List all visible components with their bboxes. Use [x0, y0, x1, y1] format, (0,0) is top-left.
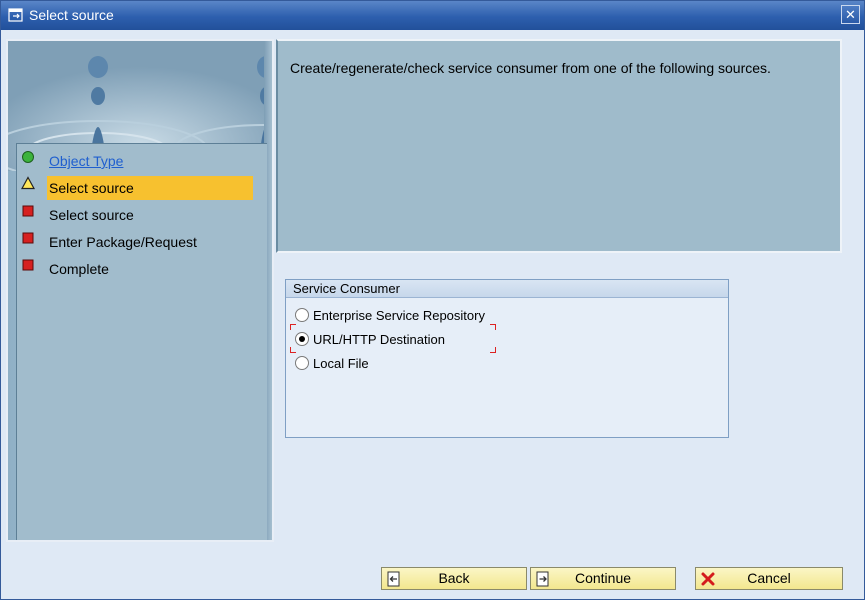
radio-label: Enterprise Service Repository	[313, 307, 485, 323]
dialog-window: Select source ✕ Object Type Select sourc…	[0, 0, 865, 600]
radio-button[interactable]	[295, 356, 309, 370]
group-title: Service Consumer	[286, 280, 728, 298]
radio-enterprise-service-repository[interactable]: Enterprise Service Repository	[295, 305, 485, 325]
roadmap-steps: Object Type Select source Select source …	[16, 143, 267, 540]
radio-button[interactable]	[295, 308, 309, 322]
radio-button-selected[interactable]	[295, 332, 309, 346]
back-button[interactable]: Back	[381, 567, 527, 590]
cancel-label: Cancel	[747, 570, 791, 586]
roadmap-panel: Object Type Select source Select source …	[6, 39, 274, 542]
step-select-source: Select source	[49, 207, 134, 223]
red-square-icon	[22, 259, 34, 271]
close-button[interactable]: ✕	[841, 5, 860, 24]
radio-label: Local File	[313, 355, 369, 371]
title-bar: Select source ✕	[1, 1, 864, 30]
dialog-content: Object Type Select source Select source …	[5, 39, 860, 544]
step-select-source-current[interactable]: Select source	[47, 176, 253, 200]
continue-button[interactable]: Continue	[530, 567, 676, 590]
radio-url-http-destination[interactable]: URL/HTTP Destination	[295, 329, 445, 349]
back-icon	[387, 571, 400, 587]
description-text: Create/regenerate/check service consumer…	[290, 60, 771, 76]
yellow-triangle-icon	[21, 176, 35, 190]
window-title: Select source	[29, 7, 114, 23]
radio-label: URL/HTTP Destination	[313, 331, 445, 347]
green-circle-icon	[22, 151, 34, 163]
window-icon	[8, 8, 23, 22]
service-consumer-group: Service Consumer Enterprise Service Repo…	[285, 279, 729, 438]
close-icon: ✕	[845, 7, 856, 22]
back-label: Back	[438, 570, 470, 586]
step-complete: Complete	[49, 261, 109, 277]
step-object-type[interactable]: Object Type	[47, 149, 253, 173]
red-square-icon	[22, 232, 34, 244]
cancel-icon	[701, 572, 715, 586]
red-square-icon	[22, 205, 34, 217]
step-enter-package-request: Enter Package/Request	[49, 234, 197, 250]
continue-icon	[536, 571, 549, 587]
description-panel: Create/regenerate/check service consumer…	[276, 39, 842, 253]
radio-local-file[interactable]: Local File	[295, 353, 369, 373]
cancel-button[interactable]: Cancel	[695, 567, 843, 590]
continue-label: Continue	[574, 570, 632, 586]
